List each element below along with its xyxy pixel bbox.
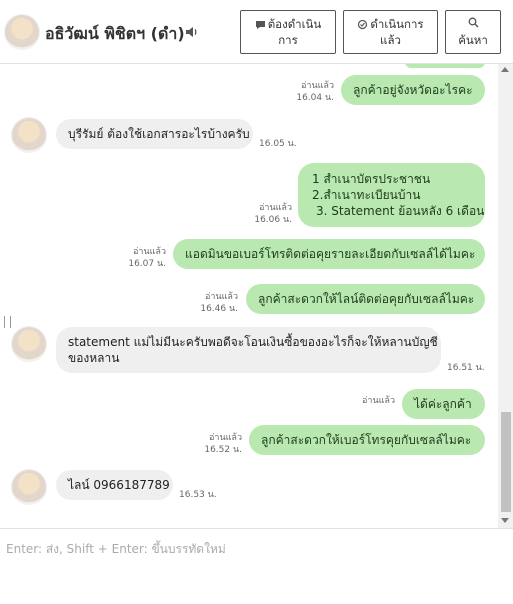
search-label: ค้นหา — [458, 33, 488, 47]
message-meta: อ่านแล้ว 16.04 น. — [284, 80, 334, 104]
search-icon — [468, 17, 478, 28]
message-line: ของหลาน — [68, 351, 120, 365]
message-text: ลูกค้าสะดวกให้เบอร์โทรคุยกับเซลล์ไมคะ — [261, 433, 472, 447]
scroll-up-arrow-icon[interactable] — [501, 67, 509, 72]
pending-label-1: ต้องดำเนิน — [267, 17, 322, 31]
sender-avatar[interactable] — [12, 327, 46, 361]
message-bubble-partial — [405, 64, 485, 68]
message-text: ไลน์ 0966187789 — [68, 478, 170, 492]
sender-avatar[interactable] — [12, 118, 46, 152]
message-text: ลูกค้าสะดวกให้ไลน์ติดต่อคุยกับเซลล์ไมคะ — [258, 292, 475, 306]
speaker-icon[interactable] — [185, 25, 199, 39]
message-meta: อ่านแล้ว 16.46 น. — [188, 291, 238, 315]
message-time: 16.04 น. — [296, 93, 334, 103]
chat-bubble-icon — [255, 20, 265, 29]
read-status: อ่านแล้ว — [362, 396, 395, 406]
scroll-down-arrow-icon[interactable] — [501, 518, 509, 523]
message-list[interactable]: อ่านแล้ว 16.04 น. ลูกค้าอยู่จังหวัดอะไรค… — [0, 64, 498, 528]
message-text: ได้ค่ะลูกค้า — [414, 397, 472, 411]
message-bubble-outgoing[interactable]: ลูกค้าสะดวกให้ไลน์ติดต่อคุยกับเซลล์ไมคะ — [246, 284, 485, 314]
search-button[interactable]: ค้นหา — [445, 10, 501, 54]
message-meta: อ่านแล้ว 16.06 น. — [242, 202, 292, 226]
message-composer — [0, 528, 513, 604]
read-status: อ่านแล้ว — [259, 203, 292, 213]
chat-check-icon — [358, 19, 368, 29]
message-bubble-outgoing[interactable]: แอดมินขอเบอร์โทรติดต่อคุยรายละเอียดกับเซ… — [173, 239, 485, 269]
message-time: 16.07 น. — [128, 259, 166, 269]
message-time: 16.52 น. — [204, 445, 242, 455]
message-time: 16.53 น. — [179, 490, 217, 500]
message-line: 3. Statement ย้อนหลัง 6 เดือน — [316, 204, 485, 218]
read-status: อ่านแล้ว — [133, 247, 166, 257]
message-bubble-outgoing[interactable]: 1 สำเนาบัตรประชาชน 2.สำเนาทะเบียนบ้าน 3.… — [298, 163, 485, 227]
message-bubble-outgoing[interactable]: ลูกค้าอยู่จังหวัดอะไรคะ — [341, 75, 485, 105]
message-bubble-outgoing[interactable]: ได้ค่ะลูกค้า — [402, 389, 485, 419]
message-line: statement แม่ไม่มีนะครับพอดีจะโอนเงินซื้… — [68, 335, 438, 349]
resize-handle[interactable] — [4, 316, 11, 328]
pending-action-button[interactable]: ต้องดำเนิน การ — [240, 10, 336, 54]
message-bubble-incoming[interactable]: statement แม่ไม่มีนะครับพอดีจะโอนเงินซื้… — [56, 327, 441, 373]
scrollbar-thumb[interactable] — [501, 412, 511, 512]
done-label-2: แล้ว — [380, 33, 401, 47]
contact-avatar[interactable] — [5, 15, 39, 49]
chat-header: อธิวัฒน์ พิชิตฯ (ดำ) ต้องดำเนิน การ ดำเน… — [0, 0, 513, 64]
read-status: อ่านแล้ว — [205, 292, 238, 302]
pending-label-2: การ — [278, 33, 298, 47]
message-meta: อ่านแล้ว 16.07 น. — [116, 246, 166, 270]
message-meta: อ่านแล้ว 16.52 น. — [192, 432, 242, 456]
done-action-button[interactable]: ดำเนินการ แล้ว — [343, 10, 438, 54]
sender-avatar[interactable] — [12, 470, 46, 504]
message-bubble-outgoing[interactable]: ลูกค้าสะดวกให้เบอร์โทรคุยกับเซลล์ไมคะ — [249, 425, 485, 455]
message-bubble-incoming[interactable]: ไลน์ 0966187789 — [56, 470, 173, 500]
done-label-1: ดำเนินการ — [370, 17, 424, 31]
message-text: บุรีรัมย์ ต้องใช้เอกสารอะไรบ้างครับ — [68, 127, 250, 141]
read-status: อ่านแล้ว — [301, 81, 334, 91]
message-time: 16.51 น. — [447, 363, 485, 373]
message-text: ลูกค้าอยู่จังหวัดอะไรคะ — [353, 83, 473, 97]
read-status: อ่านแล้ว — [209, 433, 242, 443]
message-time: 16.06 น. — [254, 215, 292, 225]
message-input[interactable] — [0, 529, 513, 604]
message-time: 16.46 น. — [200, 304, 238, 314]
contact-name: อธิวัฒน์ พิชิตฯ (ดำ) — [45, 24, 185, 43]
message-bubble-incoming[interactable]: บุรีรัมย์ ต้องใช้เอกสารอะไรบ้างครับ — [56, 119, 253, 149]
message-time: 16.05 น. — [259, 139, 297, 149]
message-line: 1 สำเนาบัตรประชาชน — [312, 172, 431, 186]
message-text: แอดมินขอเบอร์โทรติดต่อคุยรายละเอียดกับเซ… — [185, 247, 476, 261]
message-line: 2.สำเนาทะเบียนบ้าน — [312, 188, 421, 202]
message-meta: อ่านแล้ว — [345, 395, 395, 407]
